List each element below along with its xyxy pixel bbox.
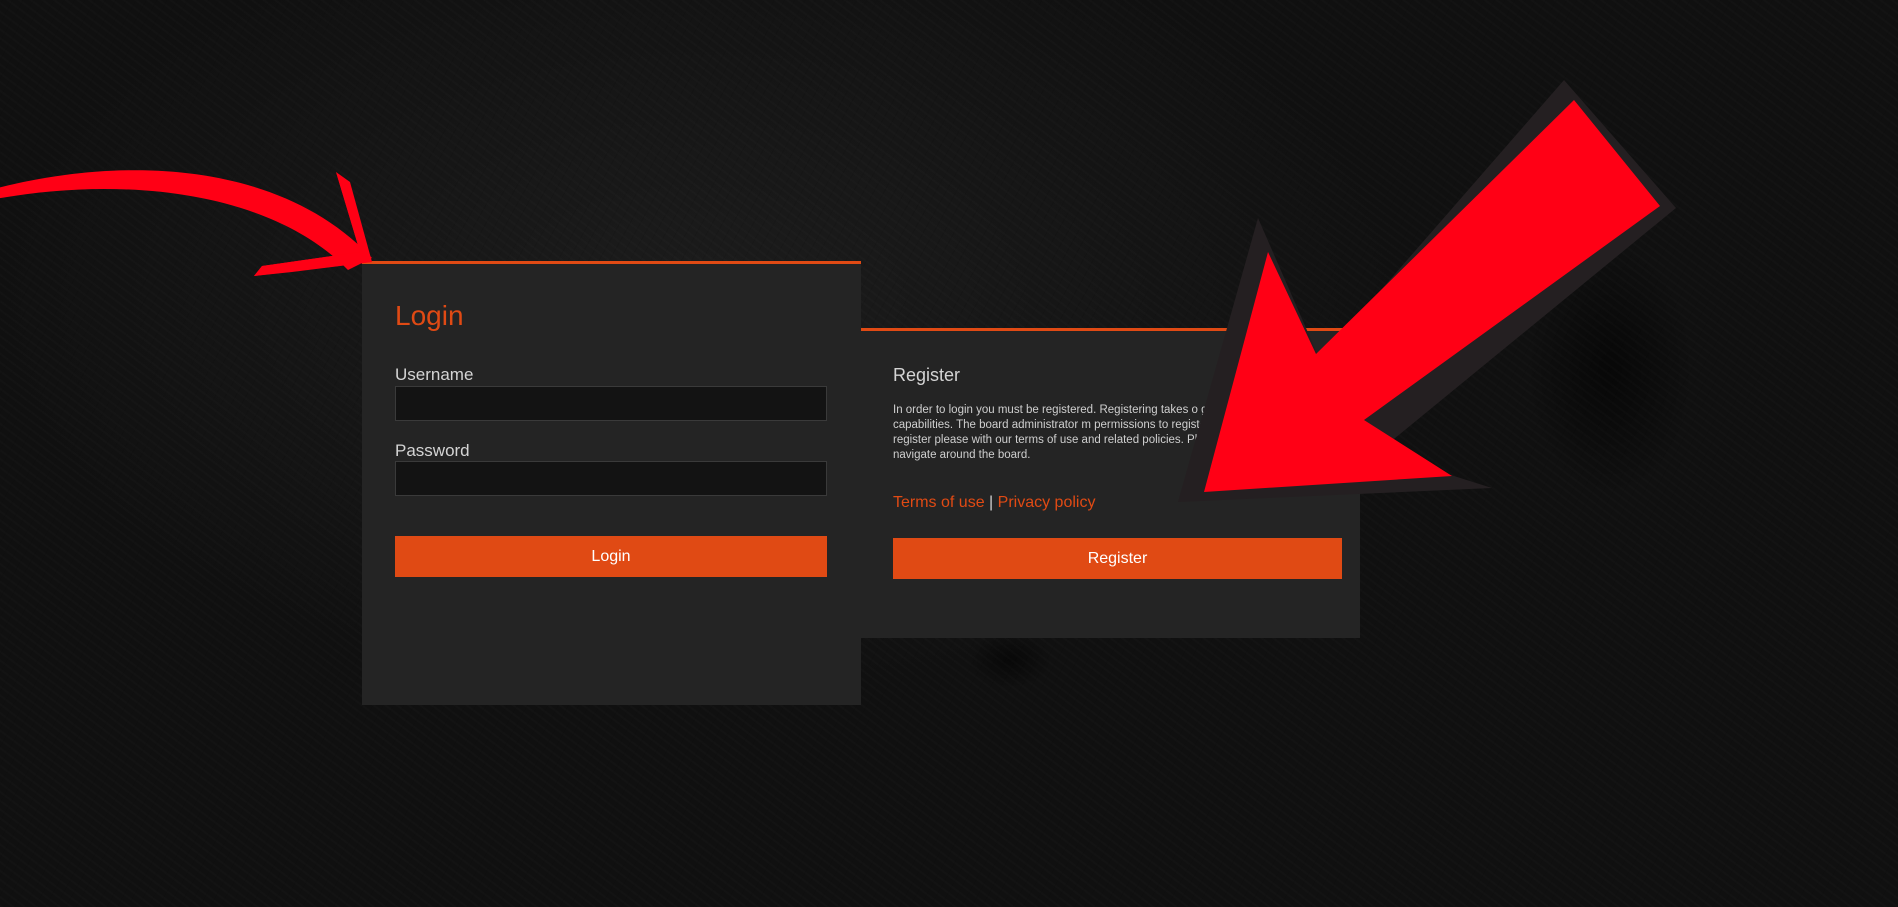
username-input[interactable] — [395, 386, 827, 421]
login-page: Login Username Password Login Register I… — [0, 0, 1898, 907]
password-input[interactable] — [395, 461, 827, 496]
register-button[interactable]: Register — [893, 538, 1342, 579]
register-panel: Register In order to login you must be r… — [861, 328, 1360, 638]
login-button[interactable]: Login — [395, 536, 827, 577]
password-label: Password — [395, 441, 470, 460]
register-description: In order to login you must be registered… — [893, 404, 1316, 461]
login-panel: Login Username Password Login — [362, 261, 861, 705]
policy-links: Terms of use | Privacy policy — [893, 494, 1095, 512]
link-separator: | — [989, 494, 994, 511]
register-title: Register — [893, 365, 961, 385]
username-label: Username — [395, 365, 474, 384]
curved-arrow-icon — [0, 170, 372, 276]
terms-of-use-link[interactable]: Terms of use — [893, 494, 985, 511]
login-title: Login — [395, 300, 464, 331]
privacy-policy-link[interactable]: Privacy policy — [998, 494, 1096, 511]
